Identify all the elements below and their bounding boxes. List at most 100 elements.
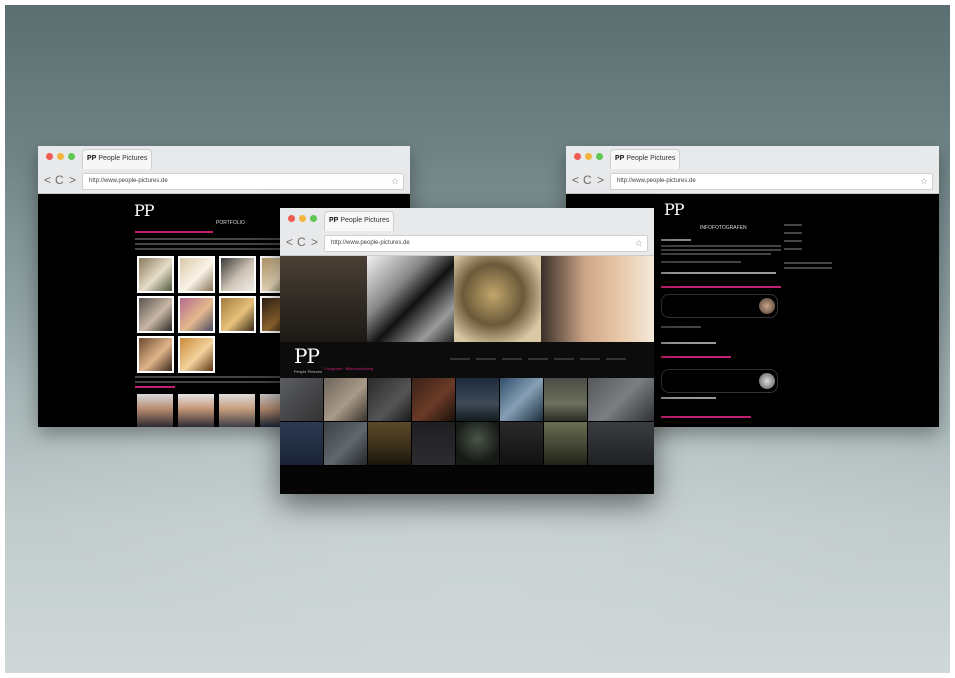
- tab-bar: PP People Pictures: [38, 146, 410, 169]
- hero-photo[interactable]: [454, 256, 541, 342]
- portfolio-thumbnail[interactable]: [219, 256, 256, 293]
- bookmark-star-icon[interactable]: ☆: [635, 236, 643, 251]
- footer-strip: [280, 466, 654, 494]
- text-line: [661, 245, 781, 247]
- url-text: http://www.people-pictures.de: [617, 178, 696, 184]
- address-row: < C > http://www.people-pictures.de ☆: [566, 169, 939, 193]
- nav-link[interactable]: [554, 358, 574, 360]
- bookmark-star-icon[interactable]: ☆: [920, 174, 928, 189]
- gallery-tile[interactable]: [588, 422, 654, 465]
- sidebar-link[interactable]: [784, 240, 802, 242]
- bookmark-star-icon[interactable]: ☆: [391, 174, 399, 189]
- nav-link[interactable]: [450, 358, 470, 360]
- gallery-tile[interactable]: [544, 422, 587, 465]
- text-line: [661, 261, 741, 263]
- link-bar[interactable]: [661, 416, 751, 418]
- avatar: [759, 298, 775, 314]
- nav-link[interactable]: [502, 358, 522, 360]
- portfolio-thumbnail[interactable]: [219, 296, 256, 333]
- reload-icon[interactable]: C: [297, 235, 306, 249]
- reload-icon[interactable]: C: [55, 173, 64, 187]
- tab-bar: PP People Pictures: [280, 208, 654, 231]
- browser-window-center: PP People Pictures < C > http://www.peopl…: [280, 208, 654, 494]
- maximize-window-button[interactable]: [310, 215, 317, 222]
- maximize-window-button[interactable]: [68, 153, 75, 160]
- gallery-tile[interactable]: [500, 378, 543, 421]
- close-window-button[interactable]: [288, 215, 295, 222]
- portfolio-thumbnail[interactable]: [178, 296, 215, 333]
- gallery-tile[interactable]: [456, 422, 499, 465]
- close-window-button[interactable]: [574, 153, 581, 160]
- tab-logo: PP: [87, 155, 97, 162]
- browser-chrome: PP People Pictures < C > http://www.peopl…: [280, 208, 654, 256]
- site-logo[interactable]: PP: [664, 202, 685, 218]
- forward-arrow-icon[interactable]: >: [311, 235, 318, 249]
- portfolio-thumbnail[interactable]: [178, 256, 215, 293]
- portfolio-thumbnail[interactable]: [137, 296, 174, 333]
- hero-photo[interactable]: [280, 256, 367, 342]
- portfolio-thumbnail[interactable]: [178, 336, 215, 373]
- text-line: [661, 249, 781, 251]
- forward-arrow-icon[interactable]: >: [597, 173, 604, 187]
- gallery-tile[interactable]: [544, 378, 587, 421]
- portfolio-thumbnail[interactable]: [137, 256, 174, 293]
- url-bar[interactable]: http://www.people-pictures.de ☆: [82, 173, 404, 190]
- logo-tagline: Fotografie · Bildbearbeitung: [324, 366, 374, 371]
- nav-link[interactable]: [476, 358, 496, 360]
- tab-logo: PP: [615, 155, 625, 162]
- url-text: http://www.people-pictures.de: [331, 240, 410, 246]
- gallery-tile[interactable]: [456, 378, 499, 421]
- gallery-tile[interactable]: [280, 378, 323, 421]
- portrait-photo[interactable]: [219, 394, 255, 427]
- nav-link[interactable]: [528, 358, 548, 360]
- hero-photo[interactable]: [367, 256, 454, 342]
- site-logo[interactable]: PP: [134, 203, 155, 219]
- gallery-tile[interactable]: [412, 378, 455, 421]
- minimize-window-button[interactable]: [585, 153, 592, 160]
- gallery-tile[interactable]: [588, 378, 654, 421]
- back-arrow-icon[interactable]: <: [286, 235, 293, 249]
- browser-chrome: PP People Pictures < C > http://www.peopl…: [566, 146, 939, 194]
- gallery-tile[interactable]: [280, 422, 323, 465]
- browser-tab[interactable]: PP People Pictures: [610, 149, 680, 169]
- link-bar[interactable]: [661, 286, 781, 288]
- reload-icon[interactable]: C: [583, 173, 592, 187]
- gallery-tile[interactable]: [412, 422, 455, 465]
- nav-link[interactable]: [580, 358, 600, 360]
- gallery-tile[interactable]: [368, 422, 411, 465]
- gallery-tile[interactable]: [324, 422, 367, 465]
- portfolio-thumbnail[interactable]: [137, 336, 174, 373]
- close-window-button[interactable]: [46, 153, 53, 160]
- nav-link[interactable]: [606, 358, 626, 360]
- url-bar[interactable]: http://www.people-pictures.de ☆: [324, 235, 648, 252]
- url-text: http://www.people-pictures.de: [89, 178, 168, 184]
- portrait-photo[interactable]: [137, 394, 173, 427]
- scene-background: PP People Pictures < C > http://www.peopl…: [5, 5, 950, 673]
- back-arrow-icon[interactable]: <: [572, 173, 579, 187]
- minimize-window-button[interactable]: [299, 215, 306, 222]
- site-logo[interactable]: PP People Pictures: [294, 346, 322, 380]
- page-content: PP People Pictures Fotografie · Bildbearb…: [280, 256, 654, 494]
- browser-chrome: PP People Pictures < C > http://www.peopl…: [38, 146, 410, 194]
- sidebar-link[interactable]: [784, 232, 802, 234]
- text-line: [661, 326, 701, 328]
- link-bar[interactable]: [661, 356, 731, 358]
- link-bar[interactable]: [135, 386, 175, 388]
- browser-tab[interactable]: PP People Pictures: [82, 149, 152, 169]
- minimize-window-button[interactable]: [57, 153, 64, 160]
- address-row: < C > http://www.people-pictures.de ☆: [38, 169, 410, 193]
- maximize-window-button[interactable]: [596, 153, 603, 160]
- sidebar-link[interactable]: [784, 224, 802, 226]
- sidebar-link[interactable]: [784, 248, 802, 250]
- forward-arrow-icon[interactable]: >: [69, 173, 76, 187]
- browser-tab[interactable]: PP People Pictures: [324, 211, 394, 231]
- tab-title: People Pictures: [340, 217, 390, 224]
- portrait-photo[interactable]: [178, 394, 214, 427]
- back-arrow-icon[interactable]: <: [44, 173, 51, 187]
- page-heading: PORTFOLIO: [216, 220, 245, 226]
- gallery-tile[interactable]: [368, 378, 411, 421]
- gallery-tile[interactable]: [324, 378, 367, 421]
- hero-photo[interactable]: [541, 256, 654, 342]
- url-bar[interactable]: http://www.people-pictures.de ☆: [610, 173, 933, 190]
- gallery-tile[interactable]: [500, 422, 543, 465]
